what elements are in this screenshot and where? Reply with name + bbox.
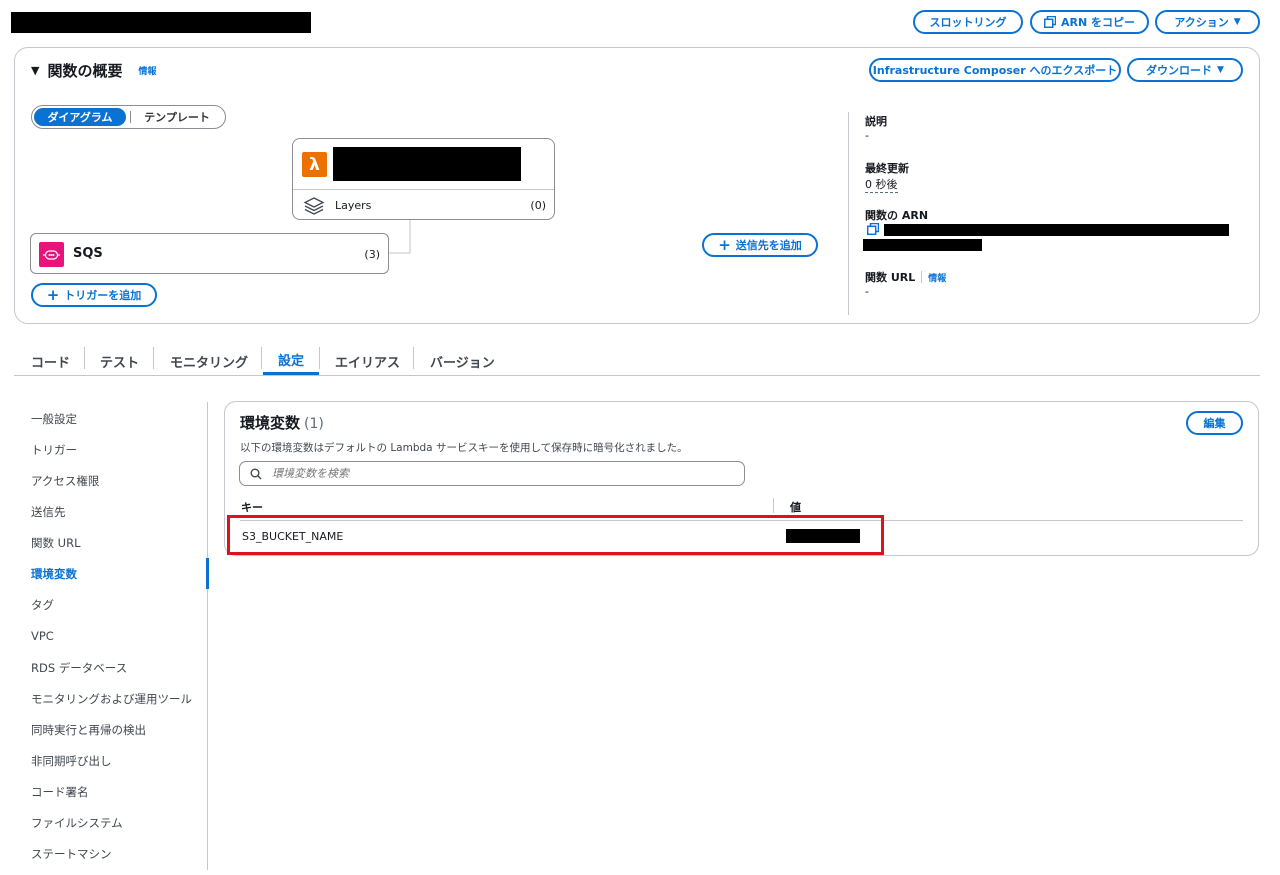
export-composer-button[interactable]: Infrastructure Composer へのエクスポート [869, 58, 1121, 82]
env-count: (1) [304, 416, 324, 432]
tabs-baseline [14, 375, 1260, 376]
function-node-divider [293, 189, 554, 190]
redacted-arn-line-1 [884, 224, 1229, 236]
tab-separator [319, 347, 320, 369]
add-trigger-label: トリガーを追加 [64, 289, 142, 302]
nav-monitoring-tools[interactable]: モニタリングおよび運用ツール [31, 691, 192, 707]
nav-state-machines[interactable]: ステートマシン [31, 846, 112, 862]
tab-versions[interactable]: バージョン [430, 347, 495, 375]
nav-rds-databases[interactable]: RDS データベース [31, 660, 127, 676]
redacted-function-node-name [333, 147, 521, 181]
env-search-input[interactable] [270, 466, 744, 481]
nav-active-indicator [206, 558, 209, 589]
layers-label: Layers [335, 199, 372, 212]
layers-icon [303, 197, 325, 215]
throttle-button[interactable]: スロットリング [913, 10, 1023, 34]
function-node[interactable]: λ Layers (0) [292, 138, 555, 220]
caret-down-icon: ▼ [1217, 65, 1224, 75]
template-toggle[interactable]: テンプレート [131, 109, 223, 125]
nav-async-invocation[interactable]: 非同期呼び出し [31, 753, 112, 769]
tab-monitoring[interactable]: モニタリング [170, 347, 248, 375]
tab-aliases[interactable]: エイリアス [335, 347, 400, 375]
copy-arn-button[interactable]: ARN をコピー [1030, 10, 1149, 34]
tab-separator [84, 347, 85, 369]
env-header: 環境変数 (1) [240, 412, 324, 433]
actions-label: アクション [1174, 16, 1229, 29]
collapse-caret-icon[interactable]: ▼ [31, 64, 39, 77]
diagram-toggle[interactable]: ダイアグラム [34, 108, 126, 126]
add-destination-label: 送信先を追加 [735, 239, 802, 252]
edit-label: 編集 [1203, 417, 1226, 430]
caret-down-icon: ▼ [1233, 17, 1241, 27]
sqs-label: SQS [73, 246, 103, 261]
env-description: 以下の環境変数はデフォルトの Lambda サービスキーを使用して保存時に暗号化… [240, 442, 688, 454]
lambda-icon: λ [302, 152, 327, 177]
last-modified-value: 0 秒後 [865, 178, 898, 193]
nav-code-signing[interactable]: コード署名 [31, 784, 89, 800]
env-title: 環境変数 [240, 414, 301, 432]
nav-file-systems[interactable]: ファイルシステム [31, 815, 123, 831]
tab-separator [261, 347, 262, 369]
add-trigger-button[interactable]: + トリガーを追加 [31, 283, 157, 307]
url-label: 関数 URL [865, 271, 916, 284]
nav-environment-variables[interactable]: 環境変数 [31, 566, 77, 582]
plus-icon: + [718, 235, 731, 254]
nav-concurrency[interactable]: 同時実行と再帰の検出 [31, 722, 146, 738]
description-label: 説明 [865, 115, 887, 128]
nav-divider [207, 402, 208, 870]
arn-label: 関数の ARN [865, 209, 929, 222]
view-toggle: ダイアグラム テンプレート [31, 105, 226, 129]
last-modified-label: 最終更新 [865, 162, 909, 175]
redacted-arn-line-2 [863, 239, 982, 251]
nav-function-url[interactable]: 関数 URL [31, 535, 80, 551]
nav-destinations[interactable]: 送信先 [31, 504, 66, 520]
overview-header: ▼ 関数の概要 情報 [31, 60, 157, 81]
highlight-box [227, 515, 884, 555]
function-overview-card [14, 47, 1260, 324]
column-header-key: キー [241, 501, 263, 514]
plus-icon: + [46, 285, 60, 304]
download-label: ダウンロード [1146, 64, 1213, 77]
redacted-function-name [11, 12, 311, 33]
nav-permissions[interactable]: アクセス権限 [31, 473, 99, 489]
tab-separator [413, 347, 414, 369]
download-button[interactable]: ダウンロード ▼ [1127, 58, 1243, 82]
edit-button[interactable]: 編集 [1186, 411, 1243, 435]
nav-general[interactable]: 一般設定 [31, 411, 77, 427]
search-icon [250, 468, 262, 479]
nav-vpc[interactable]: VPC [31, 629, 54, 643]
column-header-value: 値 [790, 501, 801, 514]
column-divider [773, 498, 774, 513]
throttle-label: スロットリング [929, 16, 1007, 29]
tab-configuration[interactable]: 設定 [263, 347, 319, 375]
export-label: Infrastructure Composer へのエクスポート [872, 64, 1118, 77]
url-value: - [865, 285, 869, 298]
sqs-icon [39, 242, 64, 267]
overview-title: 関数の概要 [47, 62, 123, 80]
url-info-divider [921, 271, 923, 283]
nav-tags[interactable]: タグ [31, 597, 54, 613]
trigger-connector [388, 220, 411, 254]
copy-arn-label: ARN をコピー [1060, 16, 1136, 29]
sqs-trigger-node[interactable]: SQS (3) [30, 233, 389, 274]
tab-separator [153, 347, 154, 369]
sqs-count: (3) [364, 248, 380, 261]
tab-code[interactable]: コード [31, 347, 70, 375]
actions-button[interactable]: アクション ▼ [1155, 10, 1260, 34]
copy-arn-icon[interactable] [867, 223, 879, 235]
layers-count: (0) [530, 199, 546, 212]
function-url-row: 関数 URL 情報 [865, 269, 946, 285]
add-destination-button[interactable]: + 送信先を追加 [702, 233, 818, 257]
details-divider [848, 112, 849, 315]
url-info-link[interactable]: 情報 [928, 271, 946, 284]
overview-info-link[interactable]: 情報 [138, 64, 156, 77]
env-search-box[interactable] [239, 461, 745, 486]
description-value: - [865, 129, 869, 142]
copy-icon [1043, 16, 1056, 28]
tab-test[interactable]: テスト [100, 347, 139, 375]
nav-triggers[interactable]: トリガー [31, 442, 77, 458]
